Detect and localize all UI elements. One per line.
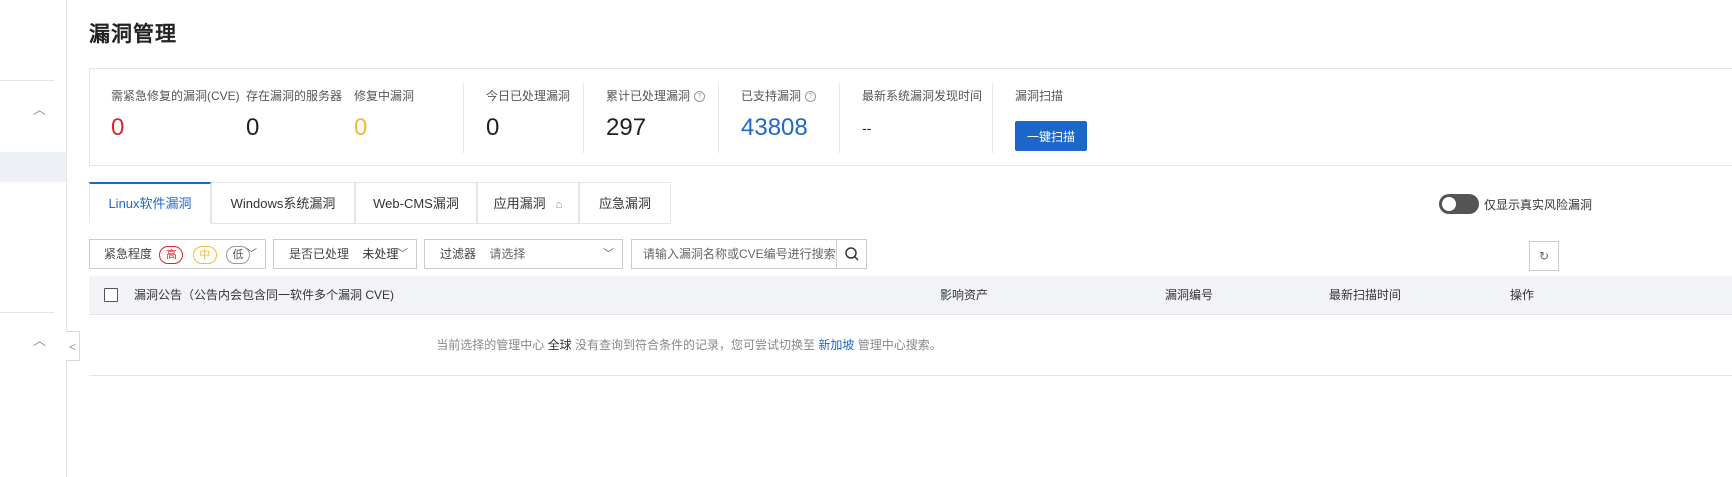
chevron-up-icon[interactable]: ︿ bbox=[33, 334, 46, 347]
stat-value: 0 bbox=[486, 114, 500, 141]
chevron-down-icon: ﹀ bbox=[603, 248, 614, 260]
column-header: 最新扫描时间 bbox=[1329, 288, 1402, 302]
empty-state: 当前选择的管理中心 全球 没有查询到符合条件的记录，您可尝试切换至 新加坡 管理… bbox=[89, 314, 1732, 376]
divider bbox=[583, 83, 584, 153]
column-header: 操作 bbox=[1510, 288, 1535, 302]
divider bbox=[718, 83, 719, 153]
stat-supported: 已支持漏洞? 43808 bbox=[741, 87, 817, 142]
stat-label: 存在漏洞的服务器 bbox=[246, 89, 343, 103]
stat-value: -- bbox=[862, 120, 872, 136]
stat-scan: 漏洞扫描 bbox=[1015, 87, 1063, 104]
stat-total: 累计已处理漏洞? 297 bbox=[606, 87, 706, 142]
sidebar-divider bbox=[0, 312, 54, 313]
refresh-icon: ↻ bbox=[1538, 249, 1550, 263]
filter-placeholder: 请选择 bbox=[489, 247, 526, 261]
empty-text: 没有查询到符合条件的记录，您可尝试切换至 bbox=[574, 338, 815, 352]
stat-label: 今日已处理漏洞 bbox=[486, 89, 571, 103]
one-click-scan-button[interactable]: 一键扫描 bbox=[1015, 121, 1087, 151]
chevron-down-icon: ﹀ bbox=[397, 248, 408, 260]
sidebar-divider bbox=[0, 80, 54, 81]
stat-today: 今日已处理漏洞 0 bbox=[486, 87, 570, 142]
sidebar-item-selected[interactable] bbox=[0, 152, 66, 182]
stat-label-text: 已支持漏洞 bbox=[741, 89, 802, 103]
tab-label: 应用漏洞 bbox=[493, 196, 546, 211]
table-header: 漏洞公告（公告内会包含同一软件多个漏洞 CVE) 影响资产 漏洞编号 最新扫描时… bbox=[89, 276, 1732, 315]
divider bbox=[992, 83, 993, 153]
stat-fixing: 修复中漏洞 0 bbox=[354, 87, 414, 142]
stat-latest: 最新系统漏洞发现时间 -- bbox=[862, 87, 982, 136]
column-header: 漏洞编号 bbox=[1165, 288, 1214, 302]
chevron-up-icon[interactable]: ︿ bbox=[33, 103, 46, 116]
chevron-down-icon: ﹀ bbox=[246, 248, 257, 260]
processed-filter[interactable]: 是否已处理 未处理 ﹀ bbox=[273, 239, 417, 269]
tab-web-cms[interactable]: Web-CMS漏洞 bbox=[355, 182, 477, 224]
help-icon[interactable]: ? bbox=[694, 91, 706, 103]
search-placeholder: 请输入漏洞名称或CVE编号进行搜索 bbox=[643, 247, 836, 261]
filter-select[interactable]: 过滤器 请选择 ﹀ bbox=[424, 239, 623, 269]
divider bbox=[463, 83, 464, 153]
tab-emergency[interactable]: 应急漏洞 bbox=[579, 182, 671, 224]
column-header: 影响资产 bbox=[940, 288, 989, 302]
empty-scope: 全球 bbox=[547, 338, 572, 352]
filter-label: 是否已处理 bbox=[289, 247, 350, 261]
stat-label: 已支持漏洞? bbox=[741, 87, 817, 104]
empty-text: 管理中心搜索。 bbox=[857, 338, 942, 352]
filter-label: 过滤器 bbox=[440, 247, 477, 261]
toggle-label: 仅显示真实风险漏洞 bbox=[1484, 198, 1593, 212]
stat-value[interactable]: 0 bbox=[354, 114, 414, 142]
stat-servers: 存在漏洞的服务器 0 bbox=[246, 87, 342, 142]
tab-app[interactable]: 应用漏洞 ⌂ bbox=[477, 182, 579, 224]
tab-windows[interactable]: Windows系统漏洞 bbox=[211, 182, 355, 224]
page-title: 漏洞管理 bbox=[89, 23, 177, 46]
search-button[interactable] bbox=[836, 239, 867, 269]
search-icon bbox=[845, 247, 859, 261]
stat-value[interactable]: 0 bbox=[111, 114, 240, 142]
stat-label: 最新系统漏洞发现时间 bbox=[862, 89, 983, 103]
stat-label: 漏洞扫描 bbox=[1015, 89, 1064, 103]
urgency-filter[interactable]: 紧急程度 高 中 低 ﹀ bbox=[89, 239, 266, 269]
sidebar: ︿ ︿ bbox=[0, 0, 67, 477]
stat-label: 累计已处理漏洞? bbox=[606, 87, 706, 104]
toggle-knob bbox=[1442, 197, 1456, 211]
tab-linux[interactable]: Linux软件漏洞 bbox=[89, 182, 211, 224]
level-medium-tag[interactable]: 中 bbox=[192, 245, 217, 264]
stat-urgent: 需紧急修复的漏洞(CVE) 0 bbox=[111, 87, 240, 142]
select-all-checkbox[interactable] bbox=[104, 288, 118, 302]
stat-label: 需紧急修复的漏洞(CVE) bbox=[111, 89, 240, 103]
stat-label-text: 累计已处理漏洞 bbox=[606, 89, 691, 103]
stats-panel: 需紧急修复的漏洞(CVE) 0 存在漏洞的服务器 0 修复中漏洞 0 今日已处理… bbox=[89, 68, 1732, 166]
column-header: 漏洞公告（公告内会包含同一软件多个漏洞 CVE) bbox=[134, 288, 395, 302]
stat-value: 297 bbox=[606, 114, 647, 141]
divider bbox=[839, 83, 840, 153]
empty-text: 当前选择的管理中心 bbox=[436, 338, 545, 352]
stat-label: 修复中漏洞 bbox=[354, 89, 415, 103]
switch-region-link[interactable]: 新加坡 bbox=[818, 338, 854, 352]
refresh-button[interactable]: ↻ bbox=[1529, 241, 1559, 271]
level-high-tag[interactable]: 高 bbox=[159, 245, 184, 264]
stat-value[interactable]: 0 bbox=[246, 114, 342, 142]
filter-label: 紧急程度 bbox=[104, 247, 153, 261]
help-icon[interactable]: ? bbox=[805, 91, 817, 103]
lock-icon: ⌂ bbox=[555, 199, 563, 211]
search-input[interactable]: 请输入漏洞名称或CVE编号进行搜索 bbox=[631, 239, 837, 269]
sidebar-collapse-button[interactable]: < bbox=[66, 331, 80, 361]
stat-value[interactable]: 43808 bbox=[741, 114, 816, 142]
filter-value: 未处理 bbox=[362, 247, 399, 261]
real-risk-toggle[interactable] bbox=[1439, 194, 1479, 214]
